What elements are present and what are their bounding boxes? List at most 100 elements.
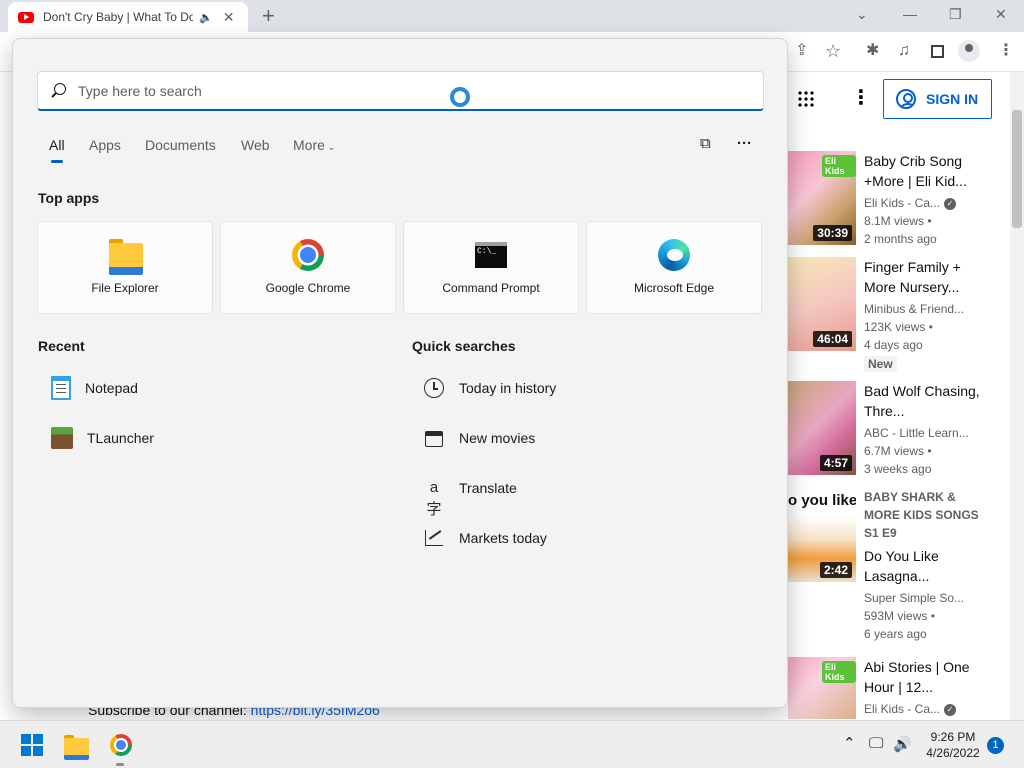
terminal-icon: C:\_	[475, 242, 507, 268]
video-thumbnail[interactable]: Eli Kids	[788, 657, 856, 719]
bookmark-star-icon[interactable]: ☆	[825, 42, 841, 60]
tab-youtube[interactable]: Don't Cry Baby | What To Do 🔈 ✕	[8, 2, 248, 32]
notification-badge[interactable]: 1	[987, 737, 1004, 754]
quick-search-today-in-history[interactable]: Today in history	[423, 373, 556, 403]
quick-search-label: New movies	[459, 430, 536, 446]
video-thumbnail[interactable]: o you like 2:42	[788, 488, 856, 582]
video-channel[interactable]: ABC - Little Learn...	[864, 424, 994, 442]
video-age: 3 weeks ago	[864, 462, 932, 476]
video-thumbnail[interactable]: Eli Kids 30:39	[788, 151, 856, 245]
sign-in-label: SIGN IN	[926, 91, 979, 107]
more-options-icon[interactable]: ⋮	[851, 88, 871, 108]
apps-grid-icon[interactable]	[797, 90, 815, 108]
network-icon[interactable]: 🖵	[869, 735, 883, 752]
edge-icon	[658, 239, 690, 271]
restore-button[interactable]: ❐	[949, 6, 962, 23]
app-label: Google Chrome	[265, 281, 351, 295]
quick-search-translate[interactable]: a字 Translate	[423, 473, 517, 518]
clock-time: 9:26 PM	[930, 730, 976, 744]
channel-logo: Eli Kids	[822, 155, 856, 177]
video-title[interactable]: Do You Like Lasagna...	[864, 546, 994, 586]
share-icon[interactable]: ⇪	[795, 42, 808, 60]
youtube-icon	[18, 11, 34, 23]
share-results-icon[interactable]: ⧉	[700, 135, 711, 152]
recent-item-label: TLauncher	[87, 430, 154, 446]
video-thumbnail[interactable]: 4:57	[788, 381, 856, 475]
windows-search-panel: All Apps Documents Web More⌄ ⧉ ··· Top a…	[12, 38, 788, 708]
video-views: 593M views •	[864, 609, 935, 623]
more-options-icon[interactable]: ···	[737, 135, 752, 152]
tab-title: Don't Cry Baby | What To Do	[43, 10, 193, 24]
quick-search-markets-today[interactable]: Markets today	[423, 523, 547, 553]
verified-icon: ✓	[944, 197, 957, 210]
video-title[interactable]: Finger Family + More Nursery...	[864, 257, 994, 297]
app-google-chrome[interactable]: Google Chrome	[220, 221, 396, 314]
tab-strip: Don't Cry Baby | What To Do 🔈 ✕ + ⌄ — ❐ …	[0, 0, 1024, 32]
quick-search-label: Today in history	[459, 380, 557, 396]
app-file-explorer[interactable]: File Explorer	[37, 221, 213, 314]
app-command-prompt[interactable]: C:\_ Command Prompt	[403, 221, 579, 314]
minimize-button[interactable]: —	[903, 6, 917, 22]
recent-item-tlauncher[interactable]: TLauncher	[51, 423, 154, 453]
clapperboard-icon	[425, 431, 443, 447]
cortana-ring-icon	[450, 87, 470, 107]
tlauncher-icon	[51, 427, 73, 449]
clock-icon	[424, 378, 444, 398]
video-duration: 30:39	[813, 225, 852, 241]
video-channel[interactable]: Minibus & Friend...	[864, 300, 994, 318]
active-tab-indicator	[51, 160, 63, 163]
tab-more[interactable]: More ⌄	[293, 137, 335, 153]
sign-in-button[interactable]: SIGN IN	[883, 79, 992, 119]
tab-search-icon[interactable]: ⌄	[856, 6, 868, 23]
media-control-icon[interactable]: ♫	[898, 42, 910, 60]
chrome-menu-icon[interactable]: ⋮	[998, 42, 1014, 60]
file-explorer-taskbar-icon[interactable]	[64, 735, 89, 760]
account-icon	[896, 89, 916, 109]
tab-apps[interactable]: Apps	[89, 137, 121, 153]
verified-icon: ✓	[944, 703, 957, 716]
video-title[interactable]: Abi Stories | One Hour | 12...	[864, 657, 994, 697]
chrome-icon	[292, 239, 324, 271]
video-age: 4 days ago	[864, 338, 923, 352]
thumbnail-caption: o you like	[788, 492, 856, 509]
video-age: 2 months ago	[864, 232, 937, 246]
tab-web[interactable]: Web	[241, 137, 270, 153]
tab-all[interactable]: All	[49, 137, 65, 153]
tab-close-icon[interactable]: ✕	[223, 9, 235, 26]
video-channel[interactable]: Eli Kids - Ca... ✓	[864, 700, 994, 718]
volume-icon[interactable]: 🔊	[893, 735, 912, 753]
recent-item-notepad[interactable]: Notepad	[51, 373, 138, 403]
chrome-taskbar-icon[interactable]	[110, 734, 132, 756]
quick-searches-heading: Quick searches	[412, 338, 516, 354]
notepad-icon	[51, 376, 71, 400]
quick-search-label: Markets today	[459, 530, 547, 546]
video-title[interactable]: Baby Crib Song +More | Eli Kid...	[864, 151, 994, 191]
quick-search-label: Translate	[459, 480, 517, 496]
video-duration: 2:42	[819, 562, 852, 578]
video-title[interactable]: Bad Wolf Chasing, Thre...	[864, 381, 994, 421]
tray-chevron-up-icon[interactable]: ⌃	[843, 734, 856, 752]
new-tab-button[interactable]: +	[262, 5, 275, 27]
video-views: 8.1M views •	[864, 214, 932, 228]
video-views: 6.7M views •	[864, 444, 932, 458]
close-window-button[interactable]: ✕	[995, 6, 1007, 23]
extensions-icon[interactable]: ✱	[866, 42, 879, 60]
system-clock[interactable]: 9:26 PM 4/26/2022	[918, 729, 988, 761]
profile-avatar[interactable]	[958, 40, 980, 62]
recent-heading: Recent	[38, 338, 85, 354]
quick-search-new-movies[interactable]: New movies	[423, 423, 535, 453]
search-input[interactable]	[78, 80, 738, 102]
video-views: 123K views •	[864, 320, 933, 334]
video-channel[interactable]: Eli Kids - Ca... ✓	[864, 194, 994, 212]
start-button[interactable]	[21, 734, 43, 756]
tab-documents[interactable]: Documents	[145, 137, 216, 153]
video-channel[interactable]: Super Simple So...	[864, 589, 994, 607]
scrollbar-thumb[interactable]	[1012, 110, 1022, 228]
search-box[interactable]	[37, 71, 764, 111]
app-microsoft-edge[interactable]: Microsoft Edge	[586, 221, 762, 314]
video-thumbnail[interactable]: 46:04	[788, 257, 856, 351]
translate-icon: a字	[426, 479, 442, 518]
top-apps-heading: Top apps	[38, 190, 100, 206]
side-panel-icon[interactable]	[931, 45, 944, 58]
speaker-icon[interactable]: 🔈	[199, 11, 213, 24]
